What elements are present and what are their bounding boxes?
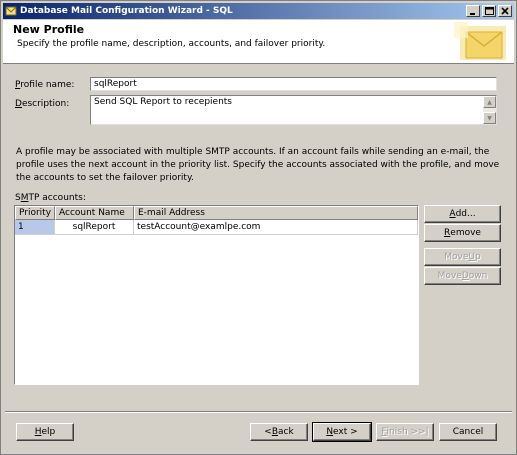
- profile-name-label: Profile name:: [15, 80, 75, 90]
- column-header-account-name[interactable]: Account Name: [55, 206, 134, 220]
- scroll-down-arrow-icon[interactable]: ▼: [483, 112, 496, 124]
- database-mail-icon: [5, 5, 17, 17]
- wizard-window: Database Mail Configuration Wizard - SQL…: [0, 0, 517, 455]
- title-bar[interactable]: Database Mail Configuration Wizard - SQL: [3, 3, 514, 19]
- window-title: Database Mail Configuration Wizard - SQL: [20, 6, 233, 16]
- column-header-priority[interactable]: Priority: [15, 206, 55, 220]
- back-button[interactable]: < Back: [250, 423, 308, 441]
- remove-button[interactable]: Remove: [424, 224, 501, 242]
- maximize-button[interactable]: [482, 5, 496, 17]
- description-scrollbar[interactable]: ▲ ▼: [483, 96, 496, 124]
- page-subtitle: Specify the profile name, description, a…: [17, 39, 326, 49]
- info-text: A profile may be associated with multipl…: [16, 147, 500, 183]
- column-header-email[interactable]: E-mail Address: [134, 206, 418, 220]
- help-button[interactable]: Help: [16, 423, 74, 441]
- smtp-accounts-label: SMTP accounts:: [15, 193, 86, 203]
- move-up-button[interactable]: Move Up: [424, 248, 501, 266]
- add-button[interactable]: Add...: [424, 205, 501, 223]
- profile-name-input[interactable]: sqlReport: [90, 77, 497, 91]
- scroll-up-arrow-icon[interactable]: ▲: [483, 96, 496, 108]
- cancel-button[interactable]: Cancel: [439, 423, 497, 441]
- description-text: Send SQL Report to recepients: [94, 97, 232, 107]
- cell-account-name[interactable]: sqlReport: [55, 220, 134, 235]
- table-row[interactable]: 1 sqlReport testAccount@examlpe.com: [15, 220, 418, 235]
- smtp-accounts-grid[interactable]: Priority Account Name E-mail Address 1 s…: [14, 205, 419, 385]
- close-button[interactable]: [498, 5, 512, 17]
- description-label: Description:: [15, 99, 70, 109]
- move-down-button[interactable]: Move Down: [424, 267, 501, 285]
- description-textarea[interactable]: Send SQL Report to recepients ▲ ▼: [90, 95, 497, 125]
- page-title: New Profile: [13, 23, 85, 36]
- next-button[interactable]: Next >: [312, 422, 372, 442]
- footer-separator: [5, 411, 512, 413]
- wizard-header: New Profile Specify the profile name, de…: [3, 20, 514, 64]
- cell-priority[interactable]: 1: [15, 220, 55, 235]
- mail-envelope-icon: [454, 22, 506, 60]
- cell-email[interactable]: testAccount@examlpe.com: [134, 220, 418, 235]
- grid-header: Priority Account Name E-mail Address: [15, 206, 418, 220]
- minimize-button[interactable]: [466, 5, 480, 17]
- finish-button[interactable]: Finish >>|: [376, 423, 434, 441]
